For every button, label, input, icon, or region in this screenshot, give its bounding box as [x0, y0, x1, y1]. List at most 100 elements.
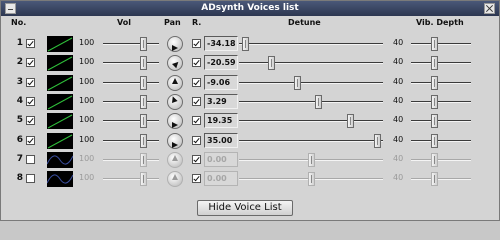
vib-depth-slider-knob[interactable] — [430, 37, 438, 51]
volume-slider[interactable] — [103, 93, 159, 111]
pan-knob[interactable] — [167, 36, 183, 52]
pan-knob[interactable] — [167, 74, 183, 91]
vib-depth-slider-knob[interactable] — [430, 172, 438, 187]
detune-slider[interactable] — [239, 132, 383, 150]
vib-depth-slider-knob[interactable] — [430, 75, 438, 90]
detune-slider-knob[interactable] — [308, 172, 315, 187]
oscillator-preview[interactable] — [47, 74, 73, 91]
vib-depth-slider[interactable] — [411, 132, 471, 150]
vib-depth-slider[interactable] — [411, 151, 471, 169]
detune-slider-knob[interactable] — [293, 75, 301, 90]
pan-pointer-icon — [169, 95, 178, 103]
detune-slider[interactable] — [239, 93, 383, 111]
oscillator-preview[interactable] — [47, 55, 73, 72]
volume-slider-knob[interactable] — [140, 172, 148, 187]
volume-slider[interactable] — [103, 112, 159, 130]
random-pan-checkbox[interactable] — [192, 77, 201, 87]
pan-knob[interactable] — [167, 132, 183, 149]
voice-number: 8 — [16, 173, 23, 184]
volume-slider-knob[interactable] — [140, 133, 148, 148]
random-pan-checkbox[interactable] — [192, 96, 201, 106]
random-pan-checkbox[interactable] — [192, 58, 201, 68]
detune-slider[interactable] — [239, 170, 383, 188]
vib-depth-slider-knob[interactable] — [430, 56, 438, 71]
volume-slider[interactable] — [103, 151, 159, 169]
volume-slider-knob[interactable] — [140, 56, 148, 71]
voice-enable-checkbox[interactable] — [26, 174, 35, 184]
oscillator-preview[interactable] — [47, 93, 73, 110]
detune-slider-knob[interactable] — [346, 114, 354, 129]
pan-knob[interactable] — [167, 113, 183, 130]
window-menu-icon[interactable] — [5, 3, 16, 14]
oscillator-preview[interactable] — [47, 151, 73, 168]
waveform-icon — [47, 155, 73, 165]
detune-slider-knob[interactable] — [267, 56, 275, 71]
vib-depth-slider-knob[interactable] — [430, 152, 438, 167]
volume-slider[interactable] — [103, 170, 159, 188]
hide-voice-list-button[interactable]: Hide Voice List — [197, 200, 293, 216]
waveform-icon — [47, 95, 73, 110]
vib-depth-slider-track — [411, 43, 471, 45]
vib-depth-slider[interactable] — [411, 112, 471, 130]
vib-depth-value: 40 — [393, 153, 404, 163]
detune-slider[interactable] — [239, 151, 383, 169]
detune-slider[interactable] — [239, 35, 383, 53]
pan-pointer-icon — [172, 154, 178, 161]
window-title: ADsynth Voices list — [201, 3, 299, 13]
detune-slider-knob[interactable] — [308, 152, 315, 167]
voice-enable-checkbox[interactable] — [26, 39, 35, 48]
oscillator-preview[interactable] — [47, 171, 73, 188]
random-pan-checkbox[interactable] — [192, 174, 201, 184]
voice-row: 1 100 -34.18 40 — [1, 35, 500, 53]
pan-knob[interactable] — [167, 93, 183, 110]
volume-slider-knob[interactable] — [140, 94, 148, 109]
volume-slider[interactable] — [103, 54, 159, 72]
volume-slider[interactable] — [103, 35, 159, 53]
oscillator-preview[interactable] — [47, 113, 73, 130]
volume-slider-knob[interactable] — [140, 37, 148, 51]
volume-value: 100 — [79, 76, 95, 86]
detune-slider-knob[interactable] — [315, 94, 323, 109]
vib-depth-slider[interactable] — [411, 54, 471, 72]
vib-depth-slider[interactable] — [411, 93, 471, 111]
voice-enable-checkbox[interactable] — [26, 77, 35, 87]
voice-row: 8 100 0.00 40 — [1, 170, 500, 188]
detune-value: -9.06 — [204, 74, 238, 90]
pan-knob[interactable] — [167, 55, 183, 72]
volume-slider-knob[interactable] — [140, 114, 148, 129]
volume-slider[interactable] — [103, 132, 159, 150]
volume-slider[interactable] — [103, 74, 159, 92]
pan-knob[interactable] — [167, 171, 183, 188]
vib-depth-slider[interactable] — [411, 170, 471, 188]
random-pan-checkbox[interactable] — [192, 39, 201, 48]
check-icon — [27, 116, 34, 124]
detune-slider[interactable] — [239, 112, 383, 130]
voice-enable-checkbox[interactable] — [26, 96, 35, 106]
voice-number: 1 — [16, 38, 23, 48]
volume-slider-knob[interactable] — [140, 75, 148, 90]
volume-slider-knob[interactable] — [140, 152, 148, 167]
detune-slider-knob[interactable] — [374, 133, 382, 148]
close-icon[interactable] — [484, 3, 495, 14]
oscillator-preview[interactable] — [47, 132, 73, 149]
vib-depth-slider[interactable] — [411, 35, 471, 53]
vib-depth-slider-knob[interactable] — [430, 94, 438, 109]
vib-depth-slider-knob[interactable] — [430, 114, 438, 129]
voice-enable-checkbox[interactable] — [26, 154, 35, 164]
voice-enable-checkbox[interactable] — [26, 116, 35, 126]
pan-knob[interactable] — [167, 151, 183, 168]
detune-slider[interactable] — [239, 74, 383, 92]
check-icon — [27, 97, 34, 105]
detune-slider-knob[interactable] — [241, 37, 249, 51]
vib-depth-slider-knob[interactable] — [430, 133, 438, 148]
random-pan-checkbox[interactable] — [192, 135, 201, 145]
detune-slider[interactable] — [239, 54, 383, 72]
random-pan-checkbox[interactable] — [192, 116, 201, 126]
random-pan-checkbox[interactable] — [192, 154, 201, 164]
voice-enable-checkbox[interactable] — [26, 58, 35, 68]
voices-list-window: ADsynth Voices list No. Vol Pan R. Detun… — [0, 0, 500, 221]
vib-depth-slider[interactable] — [411, 74, 471, 92]
voice-enable-checkbox[interactable] — [26, 135, 35, 145]
detune-value: -20.59 — [204, 55, 238, 71]
oscillator-preview[interactable] — [47, 36, 73, 52]
